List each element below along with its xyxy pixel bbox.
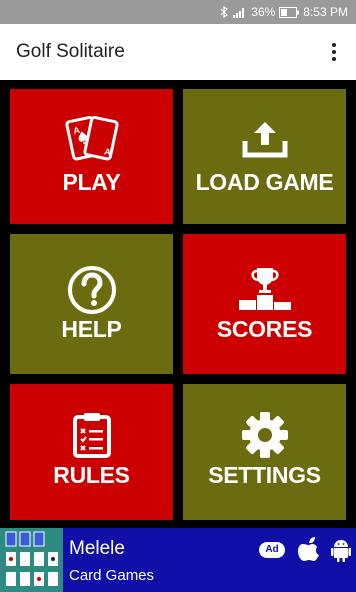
scores-button[interactable]: SCORES (183, 234, 346, 374)
app-bar: Golf Solitaire (0, 24, 356, 80)
battery-icon (279, 6, 300, 18)
load-game-label: LOAD GAME (195, 169, 334, 195)
overflow-menu-button[interactable] (324, 40, 344, 64)
ad-title: Melele (69, 538, 125, 559)
ad-subtitle: Card Games (69, 567, 155, 584)
ad-app-thumbnail (0, 528, 63, 592)
app-title: Golf Solitaire (16, 41, 125, 62)
playing-cards-icon: A A (64, 115, 119, 161)
scores-label: SCORES (216, 316, 313, 342)
gear-icon (241, 412, 288, 458)
settings-button[interactable]: SETTINGS (183, 384, 346, 520)
apple-icon (298, 537, 319, 561)
battery-percent: 36% (251, 5, 276, 19)
rules-button[interactable]: RULES (10, 384, 173, 520)
help-label: HELP (61, 316, 122, 342)
question-circle-icon (67, 266, 116, 314)
trophy-podium-icon (238, 268, 291, 310)
settings-label: SETTINGS (208, 462, 321, 488)
ad-banner[interactable]: Melele Card Games Ad (0, 528, 356, 592)
clock: 8:53 PM (303, 5, 348, 19)
bluetooth-icon (220, 6, 229, 18)
android-icon (331, 540, 351, 562)
play-label: PLAY (62, 169, 121, 195)
help-button[interactable]: HELP (10, 234, 173, 374)
ad-badge: Ad (259, 542, 285, 558)
signal-icon (233, 8, 245, 18)
play-button[interactable]: A A PLAY (10, 89, 173, 224)
rules-label: RULES (53, 462, 130, 488)
more-vert-icon (332, 43, 336, 47)
clipboard-checklist-icon (72, 413, 111, 458)
status-bar: 36% 8:53 PM (0, 0, 356, 24)
upload-icon (242, 122, 287, 158)
load-game-button[interactable]: LOAD GAME (183, 89, 346, 224)
